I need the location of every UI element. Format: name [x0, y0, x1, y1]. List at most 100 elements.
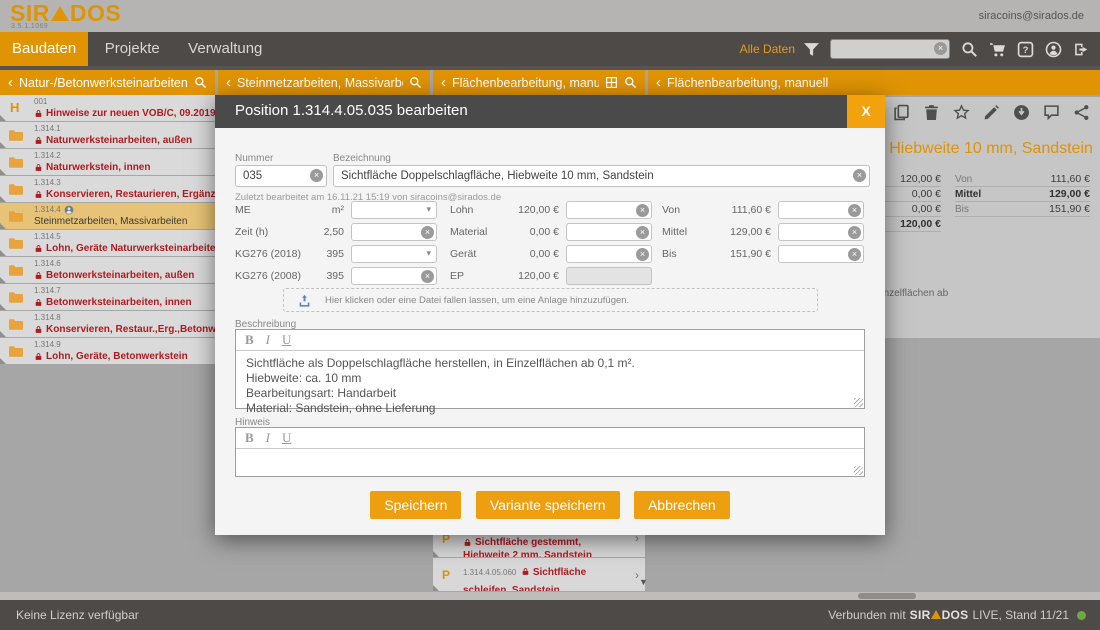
list-item[interactable]: 1.314.9 Lohn, Geräte, Betonwerkstein	[0, 338, 215, 364]
resize-handle[interactable]	[854, 466, 863, 475]
list-item[interactable]: 1.314.1 Naturwerksteinarbeiten, außen	[0, 122, 215, 148]
license-status: Keine Lizenz verfügbar	[16, 608, 139, 622]
field-label: Material	[450, 226, 530, 238]
star-icon[interactable]	[953, 104, 970, 121]
beschreibung-content[interactable]: Sichtfläche als Doppelschlagfläche herst…	[236, 351, 864, 421]
clear-field-icon[interactable]: ×	[853, 169, 866, 182]
filter-funnel-icon[interactable]	[803, 41, 820, 58]
column-search-icon[interactable]	[624, 76, 637, 89]
abbrechen-button[interactable]: Abbrechen	[634, 491, 730, 519]
back-chevron-icon[interactable]: ‹	[441, 72, 446, 94]
underline-button[interactable]: U	[282, 332, 291, 348]
close-button[interactable]: X	[847, 95, 885, 128]
resize-handle[interactable]	[854, 398, 863, 407]
clear-field-icon[interactable]: ×	[848, 226, 861, 239]
underline-button[interactable]: U	[282, 430, 291, 446]
material-input[interactable]: ×	[566, 223, 652, 241]
account-icon[interactable]	[1045, 41, 1062, 58]
column-header-4[interactable]: ‹ Flächenbearbeitung, manuell	[648, 70, 1100, 95]
bold-button[interactable]: B	[245, 332, 254, 348]
modal-title-bar[interactable]: Position 1.314.4.05.035 bearbeiten X	[215, 95, 885, 128]
kg276-2018-select[interactable]: ▾	[351, 245, 437, 263]
clear-field-icon[interactable]: ×	[636, 248, 649, 261]
von-input[interactable]: ×	[778, 201, 864, 219]
column-header-2[interactable]: ‹ Steinmetzarbeiten, Massivarbeiten	[218, 70, 430, 95]
hinweis-content[interactable]	[236, 449, 864, 459]
geraet-input[interactable]: ×	[566, 245, 652, 263]
tab-projekte[interactable]: Projekte	[93, 32, 172, 66]
tab-verwaltung[interactable]: Verwaltung	[176, 32, 274, 66]
clear-field-icon[interactable]: ×	[848, 204, 861, 217]
grid-view-icon[interactable]	[605, 76, 618, 89]
item-title-row: Betonwerksteinarbeiten, innen	[34, 296, 209, 309]
copy-icon[interactable]	[893, 104, 910, 121]
list-item[interactable]: 1.314.7 Betonwerksteinarbeiten, innen	[0, 284, 215, 310]
list-item-selected[interactable]: 1.314.4 Steinmetzarbeiten, Massivarbeite…	[0, 203, 215, 229]
list-item[interactable]: 1.314.2 Naturwerkstein, innen	[0, 149, 215, 175]
clear-field-icon[interactable]: ×	[848, 248, 861, 261]
clear-field-icon[interactable]: ×	[310, 169, 323, 182]
cart-icon[interactable]	[989, 41, 1006, 58]
mittel-input[interactable]: ×	[778, 223, 864, 241]
column-search-icon[interactable]	[194, 76, 207, 89]
attachment-dropzone[interactable]: Hier klicken oder eine Datei fallen lass…	[283, 288, 818, 312]
sirados-logo: SIRDOS	[10, 1, 121, 25]
share-icon[interactable]	[1073, 104, 1090, 121]
clear-field-icon[interactable]: ×	[421, 226, 434, 239]
download-icon[interactable]	[1013, 104, 1030, 121]
back-chevron-icon[interactable]: ‹	[8, 72, 13, 94]
variante-speichern-button[interactable]: Variante speichern	[476, 491, 620, 519]
item-title: Konservieren, Restaur.,Erg.,Betonwerkst.	[46, 323, 215, 336]
search-clear-icon[interactable]: ×	[934, 42, 947, 55]
help-icon[interactable]: ?	[1017, 41, 1034, 58]
search-icon[interactable]	[961, 41, 978, 58]
filter-scope-label[interactable]: Alle Daten	[740, 42, 795, 56]
field-current-value: 111,60 €	[732, 204, 771, 216]
field-row: EP120,00 €	[450, 267, 652, 285]
bis-input[interactable]: ×	[778, 245, 864, 263]
clear-field-icon[interactable]: ×	[636, 204, 649, 217]
svg-text:?: ?	[1023, 45, 1029, 56]
range-row-mittel: Mittel129,00 €	[955, 187, 1090, 202]
zeit-input[interactable]: ×	[351, 223, 437, 241]
tab-baudaten[interactable]: Baudaten	[0, 32, 88, 66]
horizontal-scrollbar[interactable]	[0, 592, 1100, 600]
brand-text-sir: SIR	[910, 608, 931, 622]
lock-icon	[34, 244, 43, 253]
hinweis-editor[interactable]: B I U	[235, 427, 865, 477]
trash-icon[interactable]	[923, 104, 940, 121]
italic-button[interactable]: I	[266, 430, 270, 446]
kg276-2008-input[interactable]: ×	[351, 267, 437, 285]
clear-field-icon[interactable]: ×	[421, 270, 434, 283]
search-input[interactable]	[830, 39, 950, 59]
list-item[interactable]: H 001 Hinweise zur neuen VOB/C, 09.2019	[0, 95, 215, 121]
italic-button[interactable]: I	[266, 332, 270, 348]
clear-field-icon[interactable]: ×	[636, 226, 649, 239]
nummer-fieldbox: ×	[235, 165, 327, 187]
list-item[interactable]: 1.314.5 Lohn, Geräte Naturwerksteinarbei…	[0, 230, 215, 256]
lock-icon	[34, 298, 43, 307]
back-chevron-icon[interactable]: ‹	[226, 72, 231, 94]
scrollbar-thumb[interactable]	[858, 593, 916, 599]
speichern-button[interactable]: Speichern	[370, 491, 461, 519]
comment-icon[interactable]	[1043, 104, 1060, 121]
bold-button[interactable]: B	[245, 430, 254, 446]
column-header-1[interactable]: ‹ Natur-/Betonwerksteinarbeiten	[0, 70, 215, 95]
lohn-input[interactable]: ×	[566, 201, 652, 219]
back-chevron-icon[interactable]: ‹	[656, 72, 661, 94]
column-header-3[interactable]: ‹ Flächenbearbeitung, manuell	[433, 70, 645, 95]
lock-icon	[521, 567, 530, 576]
edit-pencil-icon[interactable]	[983, 104, 1000, 121]
position-item[interactable]: P 1.314.4.05.060 Sichtfläche schleifen, …	[433, 558, 645, 591]
logout-icon[interactable]	[1073, 41, 1090, 58]
bezeichnung-input[interactable]	[333, 165, 870, 187]
list-item[interactable]: 1.314.6 Betonwerksteinarbeiten, außen	[0, 257, 215, 283]
beschreibung-editor[interactable]: B I U Sichtfläche als Doppelschlagfläche…	[235, 329, 865, 409]
me-select[interactable]: ▾	[351, 201, 437, 219]
list-item[interactable]: 1.314.3 Konservieren, Restaurieren, Ergä…	[0, 176, 215, 202]
field-row: KG276 (2008)395 ×	[235, 267, 437, 285]
scrollbar-down-arrow[interactable]: ▼	[639, 577, 648, 587]
field-group-3: Von111,60 € × Mittel129,00 € × Bis151,90…	[662, 201, 864, 267]
list-item[interactable]: 1.314.8 Konservieren, Restaur.,Erg.,Beto…	[0, 311, 215, 337]
column-search-icon[interactable]	[409, 76, 422, 89]
